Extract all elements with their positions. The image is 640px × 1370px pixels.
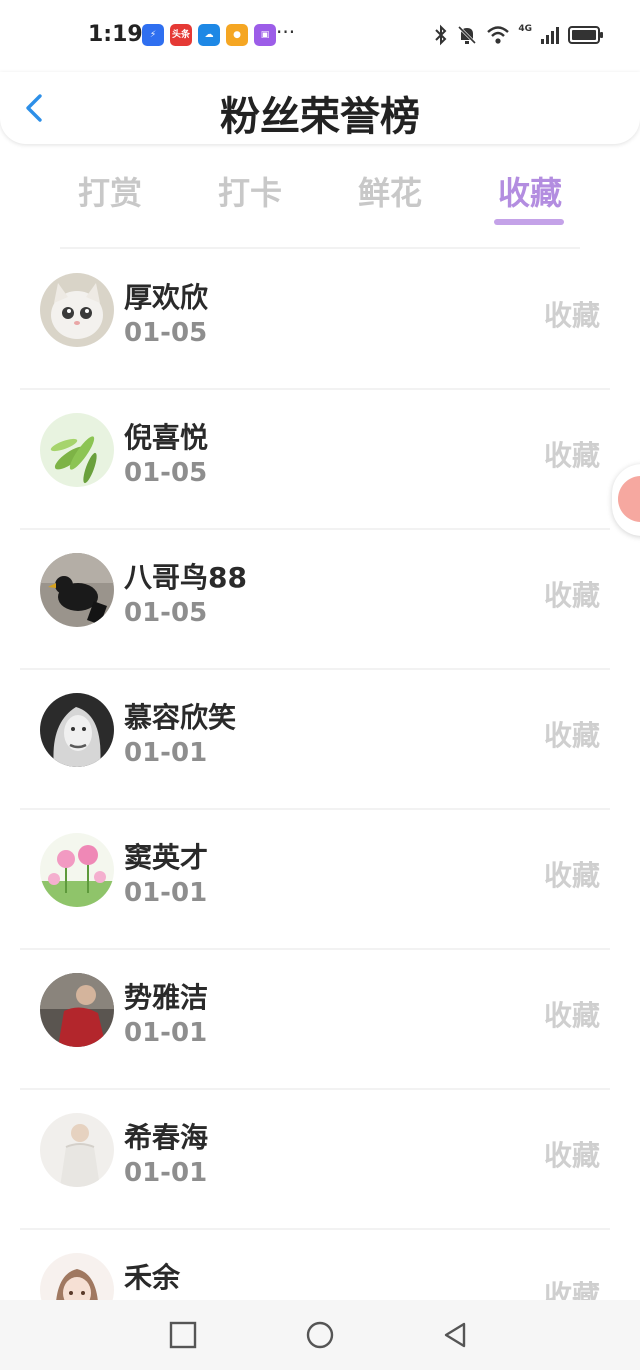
favorite-label: 收藏 bbox=[543, 719, 600, 752]
fan-name: 慕容欣笑 bbox=[124, 701, 237, 734]
signal-icon bbox=[541, 27, 559, 44]
square-icon bbox=[169, 1321, 197, 1349]
home-button[interactable] bbox=[305, 1320, 335, 1350]
fan-honor-page: 1:19 ⚡ 头条 ☁ ● ▣ ··· 4G 粉丝荣誉榜 打赏 打卡 鲜花 收藏… bbox=[0, 0, 640, 1370]
fan-name: 八哥鸟88 bbox=[124, 561, 247, 594]
favorite-label: 收藏 bbox=[543, 579, 600, 612]
avatar[interactable] bbox=[40, 273, 114, 347]
fan-name: 禾余 bbox=[124, 1261, 181, 1294]
list-item[interactable]: 窦英才 01-01 收藏 bbox=[0, 810, 640, 950]
system-nav-bar bbox=[0, 1300, 640, 1370]
favorite-label: 收藏 bbox=[543, 1139, 600, 1172]
avatar[interactable] bbox=[40, 973, 114, 1047]
recent-apps-button[interactable] bbox=[168, 1320, 198, 1350]
bell-muted-icon bbox=[458, 25, 477, 45]
black-bird-photo bbox=[40, 553, 114, 627]
fan-name: 希春海 bbox=[124, 1121, 209, 1154]
fan-name: 窦英才 bbox=[124, 841, 209, 874]
list-item[interactable]: 倪喜悦 01-05 收藏 bbox=[0, 390, 640, 530]
fan-name: 厚欢欣 bbox=[124, 281, 209, 314]
avatar[interactable] bbox=[40, 553, 114, 627]
fan-list: 厚欢欣 01-05 收藏 倪喜悦 01-05 收藏 八哥鸟88 01-05 收藏… bbox=[0, 250, 640, 1370]
tabs-divider bbox=[60, 247, 580, 249]
circle-icon bbox=[306, 1321, 334, 1349]
fan-date: 01-01 bbox=[124, 1018, 208, 1048]
wifi-icon bbox=[487, 26, 510, 44]
system-status-icons: 4G bbox=[434, 24, 604, 46]
fan-name: 势雅洁 bbox=[124, 981, 209, 1014]
man-red-shirt-photo bbox=[40, 973, 114, 1047]
favorite-label: 收藏 bbox=[543, 299, 600, 332]
bw-portrait-photo bbox=[40, 693, 114, 767]
header: 粉丝荣誉榜 bbox=[0, 72, 640, 144]
game-app-icon: ● bbox=[226, 24, 248, 46]
network-type-label: 4G bbox=[518, 24, 532, 34]
back-nav-button[interactable] bbox=[440, 1320, 470, 1350]
page-title: 粉丝荣誉榜 bbox=[220, 94, 420, 140]
notification-icons: ⚡ 头条 ☁ ● ▣ bbox=[142, 24, 276, 46]
pink-flowers-photo bbox=[40, 833, 114, 907]
fan-date: 01-01 bbox=[124, 1158, 208, 1188]
fan-date: 01-05 bbox=[124, 598, 208, 628]
shop-app-icon: ▣ bbox=[254, 24, 276, 46]
active-tab-indicator bbox=[494, 219, 564, 225]
tab-checkin[interactable]: 打卡 bbox=[218, 168, 282, 214]
assistant-icon bbox=[618, 476, 640, 522]
tab-favorites[interactable]: 收藏 bbox=[498, 168, 562, 214]
fan-name: 倪喜悦 bbox=[124, 421, 209, 454]
more-notifications-icon: ··· bbox=[276, 20, 296, 44]
avatar[interactable] bbox=[40, 833, 114, 907]
avatar[interactable] bbox=[40, 1113, 114, 1187]
favorite-label: 收藏 bbox=[543, 859, 600, 892]
white-shirt-photo bbox=[40, 1113, 114, 1187]
favorite-label: 收藏 bbox=[543, 999, 600, 1032]
list-item[interactable]: 八哥鸟88 01-05 收藏 bbox=[0, 530, 640, 670]
status-bar: 1:19 ⚡ 头条 ☁ ● ▣ ··· 4G bbox=[0, 0, 640, 72]
fan-date: 01-05 bbox=[124, 458, 208, 488]
status-time: 1:19 bbox=[88, 22, 143, 47]
list-item[interactable]: 厚欢欣 01-05 收藏 bbox=[0, 250, 640, 390]
avatar[interactable] bbox=[40, 693, 114, 767]
list-item[interactable]: 势雅洁 01-01 收藏 bbox=[0, 950, 640, 1090]
list-item[interactable]: 希春海 01-01 收藏 bbox=[0, 1090, 640, 1230]
toutiao-app-icon: 头条 bbox=[170, 24, 192, 46]
bluetooth-icon bbox=[435, 24, 447, 46]
tab-reward[interactable]: 打赏 bbox=[78, 168, 142, 214]
tab-flowers[interactable]: 鲜花 bbox=[358, 168, 422, 214]
tab-bar: 打赏 打卡 鲜花 收藏 bbox=[0, 160, 640, 230]
list-item[interactable]: 慕容欣笑 01-01 收藏 bbox=[0, 670, 640, 810]
white-kitten-photo bbox=[40, 273, 114, 347]
triangle-back-icon bbox=[444, 1322, 466, 1348]
battery-icon bbox=[568, 26, 603, 44]
fan-date: 01-01 bbox=[124, 738, 208, 768]
favorite-label: 收藏 bbox=[543, 439, 600, 472]
avatar[interactable] bbox=[40, 413, 114, 487]
green-leaves-photo bbox=[40, 413, 114, 487]
fan-date: 01-05 bbox=[124, 318, 208, 348]
fan-date: 01-01 bbox=[124, 878, 208, 908]
weather-app-icon: ☁ bbox=[198, 24, 220, 46]
lightning-app-icon: ⚡ bbox=[142, 24, 164, 46]
